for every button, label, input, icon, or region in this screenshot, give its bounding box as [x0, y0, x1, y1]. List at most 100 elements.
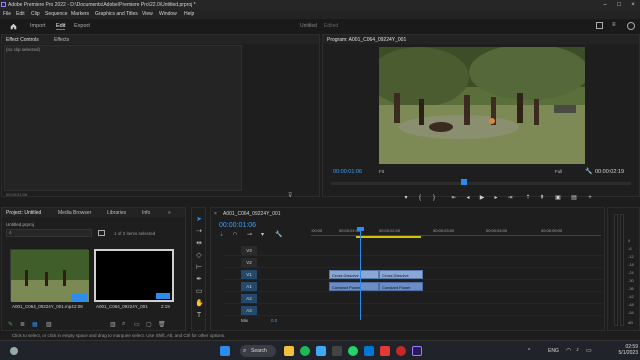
- new-bin-icon[interactable]: [98, 230, 105, 236]
- audio-clip-right[interactable]: Constant Power: [379, 282, 423, 291]
- audio-clip-left[interactable]: Constant Power: [329, 282, 379, 291]
- tab-project[interactable]: Project: Untitled: [6, 210, 41, 216]
- filter-icon[interactable]: ⊽: [288, 192, 292, 199]
- weather-icon[interactable]: [10, 347, 18, 355]
- play-icon[interactable]: ▶: [479, 195, 485, 201]
- program-playhead-icon[interactable]: [461, 179, 467, 185]
- mix-value[interactable]: 0.0: [271, 318, 277, 323]
- close-icon[interactable]: ×: [626, 1, 640, 9]
- minimize-icon[interactable]: –: [598, 1, 612, 9]
- zoom-select[interactable]: Fit: [379, 169, 384, 174]
- snap-icon[interactable]: ∩: [233, 231, 237, 237]
- timeline-settings-icon[interactable]: 🔧: [275, 231, 282, 238]
- menu-view[interactable]: View: [142, 11, 153, 17]
- share-icon[interactable]: [596, 22, 603, 29]
- wifi-icon[interactable]: ◠: [566, 347, 571, 354]
- store-icon[interactable]: [364, 346, 374, 356]
- menu-file[interactable]: File: [3, 11, 11, 17]
- video-clip-right[interactable]: Cross Dissolve: [379, 270, 423, 279]
- project-search-input[interactable]: ⌕: [6, 229, 92, 237]
- comparison-view-icon[interactable]: ▤: [571, 195, 577, 201]
- track-label-a1[interactable]: A1: [241, 282, 257, 291]
- program-title[interactable]: Program: A001_C064_09224Y_001: [327, 37, 406, 43]
- track-label-v1[interactable]: V1: [241, 270, 257, 279]
- automate-icon[interactable]: ▥: [110, 321, 116, 328]
- tab-media-browser[interactable]: Media Browser: [58, 210, 91, 216]
- lift-icon[interactable]: ⇡: [525, 195, 531, 201]
- selection-tool-icon[interactable]: ➤: [195, 216, 203, 224]
- more-panels-icon[interactable]: »: [168, 210, 171, 216]
- notifications-icon[interactable]: [627, 22, 635, 30]
- app-icon[interactable]: [332, 346, 342, 356]
- extract-icon[interactable]: ⇞: [539, 195, 545, 201]
- tab-edit[interactable]: Edit: [56, 23, 66, 30]
- menu-sequence[interactable]: Sequence: [45, 11, 68, 17]
- tab-info[interactable]: Info: [142, 210, 150, 216]
- whatsapp-icon[interactable]: [348, 346, 358, 356]
- track-label-v3[interactable]: V3: [241, 246, 257, 255]
- list-view-icon[interactable]: ≣: [20, 321, 25, 328]
- windows-start-icon[interactable]: [220, 346, 230, 356]
- track-select-tool-icon[interactable]: ⇢: [195, 228, 203, 236]
- premiere-taskbar-icon[interactable]: [412, 346, 422, 356]
- menu-markers[interactable]: Markers: [71, 11, 89, 17]
- step-forward-icon[interactable]: ▸: [493, 195, 499, 201]
- track-label-a2[interactable]: A2: [241, 294, 257, 303]
- menu-clip[interactable]: Clip: [31, 11, 40, 17]
- mark-in-icon[interactable]: {: [417, 195, 423, 201]
- chrome-icon[interactable]: [396, 346, 406, 356]
- video-clip-left[interactable]: Cross Dissolve: [329, 270, 379, 279]
- add-marker-timeline-icon[interactable]: ▾: [261, 231, 264, 238]
- icon-view-icon[interactable]: ▦: [32, 321, 38, 328]
- menu-help[interactable]: Help: [184, 11, 194, 17]
- slip-tool-icon[interactable]: ⊢: [195, 264, 203, 272]
- go-to-in-icon[interactable]: ⇤: [451, 195, 457, 201]
- hand-tool-icon[interactable]: ✋: [195, 300, 204, 308]
- clock[interactable]: 02:59 5/1/2023: [602, 344, 638, 356]
- tab-export[interactable]: Export: [74, 23, 90, 29]
- volume-icon[interactable]: ♪: [576, 347, 579, 353]
- mark-out-icon[interactable]: }: [431, 195, 437, 201]
- pen-tool-icon[interactable]: ✒: [195, 276, 203, 284]
- clear-icon[interactable]: 🗑: [158, 321, 166, 328]
- program-current-timecode[interactable]: 00:00:01:06: [333, 169, 362, 175]
- taskbar-search[interactable]: ⌕ Search: [240, 345, 276, 357]
- menu-edit[interactable]: Edit: [16, 11, 25, 17]
- video-frame[interactable]: [379, 47, 585, 164]
- file-explorer-icon[interactable]: [284, 346, 294, 356]
- menu-window[interactable]: Window: [159, 11, 177, 17]
- export-frame-icon[interactable]: ▣: [555, 195, 561, 201]
- insert-icon[interactable]: ⇣: [219, 231, 224, 238]
- program-scrubber[interactable]: [331, 182, 631, 185]
- tab-libraries[interactable]: Libraries: [107, 210, 126, 216]
- in-out-range[interactable]: [356, 236, 421, 238]
- wrench-icon[interactable]: 🔧: [585, 168, 592, 175]
- new-bin-bottom-icon[interactable]: ▭: [134, 321, 140, 328]
- type-tool-icon[interactable]: T: [195, 312, 203, 320]
- tab-effects[interactable]: Effects: [54, 37, 69, 43]
- project-item-thumbnail[interactable]: [10, 249, 89, 302]
- pencil-icon[interactable]: ✎: [8, 321, 13, 328]
- quality-select[interactable]: Full: [555, 169, 562, 174]
- language-indicator[interactable]: ENG: [548, 348, 559, 354]
- new-item-icon[interactable]: ▢: [146, 321, 152, 328]
- find-icon[interactable]: ⌕: [122, 321, 125, 328]
- tray-chevron-icon[interactable]: ^: [528, 348, 530, 354]
- maximize-icon[interactable]: □: [612, 1, 626, 9]
- go-to-out-icon[interactable]: ⇥: [507, 195, 513, 201]
- timeline-timecode[interactable]: 00:00:01:06: [219, 222, 256, 229]
- time-ruler[interactable]: [311, 235, 601, 236]
- step-back-icon[interactable]: ◂: [465, 195, 471, 201]
- tab-import[interactable]: Import: [30, 23, 46, 29]
- razor-tool-icon[interactable]: ◇: [195, 252, 203, 260]
- home-icon[interactable]: [10, 23, 17, 30]
- rectangle-tool-icon[interactable]: ▭: [195, 288, 203, 296]
- add-marker-icon[interactable]: ▾: [403, 195, 409, 201]
- track-label-v2[interactable]: V2: [241, 258, 257, 267]
- ripple-edit-tool-icon[interactable]: ⇹: [195, 240, 203, 248]
- add-button-icon[interactable]: +: [587, 195, 593, 201]
- spotify-icon[interactable]: [300, 346, 310, 356]
- workspaces-icon[interactable]: ≡: [612, 22, 620, 30]
- sequence-item-thumbnail[interactable]: [94, 249, 174, 302]
- edge-icon[interactable]: [316, 346, 326, 356]
